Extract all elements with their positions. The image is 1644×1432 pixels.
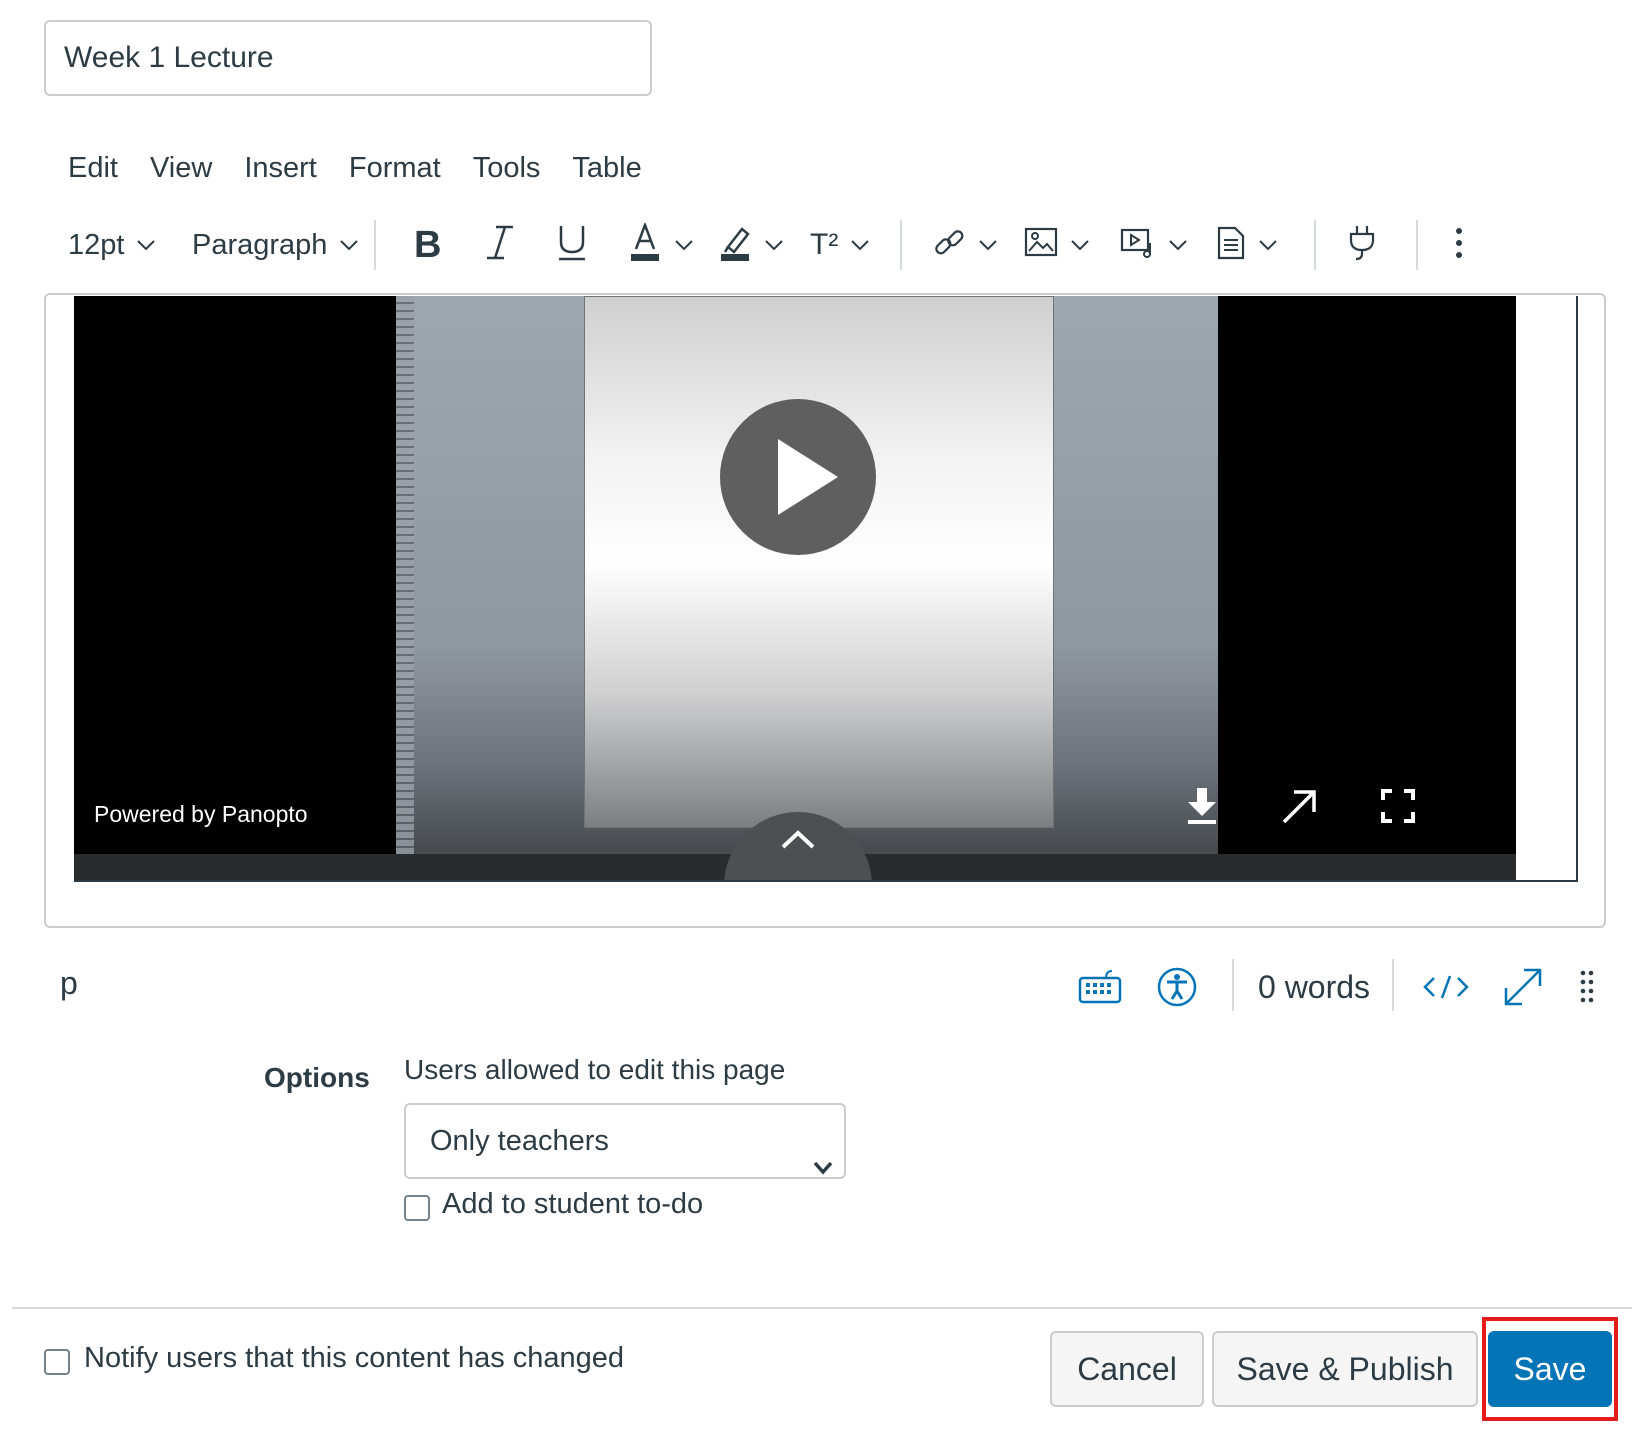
word-count-label: 0 words <box>1258 968 1371 1005</box>
student-todo-label[interactable]: Add to student to-do <box>442 1188 703 1221</box>
keyboard-shortcuts-button[interactable] <box>1078 955 1122 1019</box>
menu-tools[interactable]: Tools <box>457 142 557 194</box>
page-title-input[interactable]: Week 1 Lecture <box>44 20 652 96</box>
chevron-down-icon <box>339 239 359 251</box>
bold-icon: B <box>412 224 442 266</box>
superscript-button[interactable]: T² <box>810 214 870 276</box>
chevron-down-icon <box>674 239 694 251</box>
menu-view[interactable]: View <box>134 142 228 194</box>
html-editor-icon <box>1423 975 1469 999</box>
fullscreen-editor-button[interactable] <box>1502 955 1544 1019</box>
resize-handle-icon <box>1580 970 1594 1003</box>
font-size-dropdown[interactable]: 12pt <box>68 214 156 276</box>
menu-format[interactable]: Format <box>333 142 457 194</box>
toolbar-divider <box>1314 220 1316 270</box>
media-button[interactable] <box>1120 214 1188 276</box>
plugin-icon <box>1346 224 1378 267</box>
block-format-dropdown[interactable]: Paragraph <box>192 214 359 276</box>
editor-menubar: Edit View Insert Format Tools Table <box>52 142 658 194</box>
block-format-value: Paragraph <box>192 228 328 261</box>
media-icon <box>1120 227 1156 264</box>
panopto-video-player[interactable]: Powered by Panopto <box>74 296 1516 880</box>
menu-table[interactable]: Table <box>556 142 657 194</box>
slide-ruler <box>396 296 414 880</box>
notify-users-checkbox[interactable] <box>44 1349 70 1375</box>
chevron-down-icon <box>1168 239 1188 251</box>
fullscreen-button[interactable] <box>1376 784 1420 828</box>
image-button[interactable] <box>1024 214 1090 276</box>
highlight-icon <box>720 223 752 268</box>
open-external-icon <box>1282 790 1316 824</box>
accessibility-icon <box>1157 967 1197 1007</box>
text-color-icon <box>630 220 662 268</box>
expand-up-icon <box>781 830 815 849</box>
video-slide-background <box>396 296 1218 880</box>
document-icon <box>1216 226 1246 265</box>
chevron-down-icon <box>764 239 784 251</box>
edit-permission-select[interactable]: Only teachers <box>404 1103 846 1179</box>
chevron-down-icon <box>812 1131 834 1203</box>
chevron-down-icon <box>1258 239 1278 251</box>
link-button[interactable] <box>932 214 998 276</box>
more-options-button[interactable] <box>1454 214 1464 276</box>
chevron-down-icon <box>1070 239 1090 251</box>
notify-users-label[interactable]: Notify users that this content has chang… <box>84 1342 624 1375</box>
download-button[interactable] <box>1180 784 1224 828</box>
keyboard-icon <box>1078 970 1122 1004</box>
superscript-icon: T² <box>810 228 839 261</box>
download-icon <box>1188 788 1216 824</box>
toolbar-divider <box>900 220 902 270</box>
statusbar-divider <box>1232 959 1234 1011</box>
menu-edit[interactable]: Edit <box>52 142 134 194</box>
play-button[interactable] <box>720 399 876 555</box>
italic-icon <box>486 225 514 266</box>
statusbar-divider <box>1392 959 1394 1011</box>
options-section-label: Options <box>264 1062 370 1093</box>
text-color-button[interactable] <box>630 214 694 276</box>
chevron-down-icon <box>136 239 156 251</box>
save-button[interactable]: Save <box>1488 1331 1612 1407</box>
link-icon <box>932 226 966 265</box>
underline-icon <box>556 224 588 267</box>
play-icon <box>778 439 838 515</box>
highlight-color-button[interactable] <box>720 214 784 276</box>
powered-by-panopto[interactable]: Powered by Panopto <box>94 801 308 828</box>
fullscreen-icon <box>1381 789 1415 823</box>
image-icon <box>1024 227 1058 264</box>
editor-toolbar: 12pt Paragraph B T² <box>52 214 1532 276</box>
toolbar-divider <box>1416 220 1418 270</box>
open-external-button[interactable] <box>1278 784 1322 828</box>
apps-plugin-button[interactable] <box>1346 214 1378 276</box>
svg-text:B: B <box>414 225 441 261</box>
footer-divider <box>12 1307 1632 1309</box>
element-path[interactable]: p <box>60 965 78 1002</box>
editor-statusbar: 0 words <box>1070 955 1610 1019</box>
resize-handle[interactable] <box>1580 955 1594 1019</box>
chevron-down-icon <box>850 239 870 251</box>
edit-permission-label: Users allowed to edit this page <box>404 1054 786 1085</box>
accessibility-checker-button[interactable] <box>1156 955 1198 1019</box>
toolbar-divider <box>374 220 376 270</box>
html-editor-button[interactable] <box>1422 955 1470 1019</box>
font-size-value: 12pt <box>68 228 125 261</box>
student-todo-checkbox[interactable] <box>404 1195 430 1221</box>
italic-button[interactable] <box>486 214 514 276</box>
underline-button[interactable] <box>556 214 588 276</box>
chevron-down-icon <box>978 239 998 251</box>
menu-insert[interactable]: Insert <box>228 142 333 194</box>
bold-button[interactable]: B <box>412 214 442 276</box>
edit-permission-value: Only teachers <box>430 1125 609 1157</box>
more-icon <box>1454 226 1464 265</box>
fullscreen-expand-icon <box>1504 968 1542 1006</box>
save-and-publish-button[interactable]: Save & Publish <box>1212 1331 1478 1407</box>
document-button[interactable] <box>1216 214 1278 276</box>
word-count-button[interactable]: 0 words <box>1258 955 1370 1019</box>
cancel-button[interactable]: Cancel <box>1050 1331 1204 1407</box>
slide-page <box>584 296 1054 828</box>
